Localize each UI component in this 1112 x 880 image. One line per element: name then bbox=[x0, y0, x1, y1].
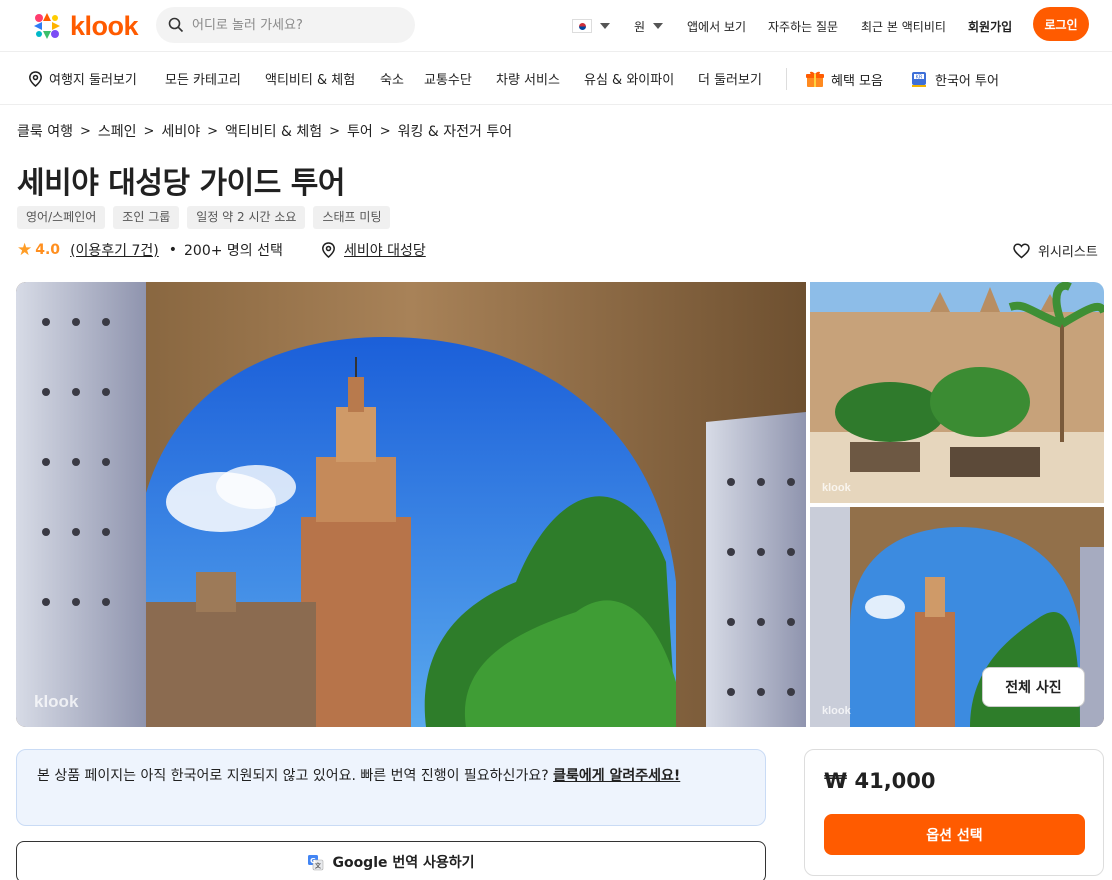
google-translate-label: Google 번역 사용하기 bbox=[332, 855, 475, 871]
reviews-link[interactable]: (이용후기 7건) bbox=[70, 240, 159, 260]
select-option-button[interactable]: 옵션 선택 bbox=[824, 814, 1085, 855]
location-link[interactable]: 세비야 대성당 bbox=[321, 240, 426, 260]
separator-dot: • bbox=[168, 242, 178, 258]
translate-icon: G文 bbox=[308, 854, 324, 870]
star-icon: ★ bbox=[17, 240, 33, 260]
translation-notice: 본 상품 페이지는 아직 한국어로 지원되지 않고 있어요. 빠른 번역 진행이… bbox=[16, 749, 766, 826]
chevron-down-icon bbox=[653, 23, 664, 29]
korean-tour-icon: KR bbox=[912, 72, 926, 87]
logo-text: klook bbox=[70, 10, 139, 41]
search-icon bbox=[168, 17, 184, 33]
price-card: ₩ 41,000 옵션 선택 bbox=[804, 749, 1104, 876]
search-input[interactable] bbox=[192, 17, 392, 33]
nav-divider bbox=[786, 68, 787, 90]
svg-text:KR: KR bbox=[916, 75, 923, 81]
nav-destinations[interactable]: 여행지 둘러보기 bbox=[28, 69, 137, 88]
faq-link[interactable]: 자주하는 질문 bbox=[768, 0, 838, 52]
price-value: ₩ 41,000 bbox=[824, 769, 936, 793]
location-pin-icon bbox=[29, 70, 42, 87]
currency-label: 원 bbox=[634, 19, 646, 34]
tag-meeting: 스태프 미팅 bbox=[313, 206, 391, 229]
watermark-text: klook bbox=[822, 482, 851, 494]
google-translate-button[interactable]: G文 Google 번역 사용하기 bbox=[16, 841, 766, 880]
app-link[interactable]: 앱에서 보기 bbox=[687, 0, 746, 52]
klook-logo[interactable]: klook bbox=[30, 9, 139, 43]
bookings-count: 200+ 명의 선택 bbox=[184, 243, 283, 259]
nav-stay[interactable]: 숙소 bbox=[380, 69, 404, 88]
gift-icon bbox=[806, 71, 824, 87]
signup-link[interactable]: 회원가입 bbox=[968, 0, 1012, 52]
cathedral-square-photo[interactable]: klook bbox=[810, 282, 1104, 503]
chevron-right-icon: > bbox=[143, 123, 155, 139]
main-photo[interactable]: klook bbox=[16, 282, 806, 727]
svg-text:文: 文 bbox=[314, 862, 322, 870]
tag-group: 조인 그룹 bbox=[113, 206, 180, 229]
notice-text: 본 상품 페이지는 아직 한국어로 지원되지 않고 있어요. 빠른 번역 진행이… bbox=[37, 768, 554, 784]
klook-logo-icon bbox=[34, 13, 60, 39]
nav-korean-tours-label: 한국어 투어 bbox=[935, 73, 999, 89]
cathedral-arch-photo bbox=[16, 282, 806, 727]
login-button[interactable]: 로그인 bbox=[1033, 7, 1089, 41]
view-all-photos-button[interactable]: 전체 사진 bbox=[982, 667, 1085, 707]
nav-deals[interactable]: 혜택 모음 bbox=[805, 69, 883, 89]
location-pin-icon bbox=[322, 242, 335, 258]
nav-car-service[interactable]: 차량 서비스 bbox=[496, 69, 560, 88]
watermark-text: klook bbox=[822, 705, 851, 717]
breadcrumb-item[interactable]: 스페인 bbox=[98, 121, 137, 141]
breadcrumb-item[interactable]: 워킹 & 자전거 투어 bbox=[398, 121, 512, 141]
wishlist-button[interactable]: 위시리스트 bbox=[1013, 241, 1098, 260]
search-bar[interactable] bbox=[156, 7, 415, 43]
currency-selector[interactable]: 원 bbox=[634, 0, 664, 52]
chevron-right-icon: > bbox=[207, 123, 218, 139]
rating-value: 4.0 bbox=[35, 242, 61, 258]
chevron-right-icon: > bbox=[79, 123, 91, 139]
heart-icon bbox=[1013, 242, 1030, 258]
cathedral-square-image bbox=[810, 282, 1104, 503]
location-label: 세비야 대성당 bbox=[344, 243, 426, 259]
nav-transport[interactable]: 교통수단 bbox=[424, 69, 472, 88]
breadcrumb-item[interactable]: 액티비티 & 체험 bbox=[225, 121, 322, 141]
tag-language: 영어/스페인어 bbox=[17, 206, 106, 229]
nav-activities[interactable]: 액티비티 & 체험 bbox=[265, 69, 355, 88]
wishlist-label: 위시리스트 bbox=[1038, 245, 1098, 260]
recent-activities-link[interactable]: 최근 본 액티비티 bbox=[861, 0, 946, 52]
breadcrumb-item[interactable]: 클룩 여행 bbox=[17, 121, 73, 141]
language-selector[interactable] bbox=[572, 0, 610, 52]
nav-sim-wifi[interactable]: 유심 & 와이파이 bbox=[584, 69, 674, 88]
nav-all-categories[interactable]: 모든 카테고리 bbox=[165, 69, 241, 88]
top-header: klook 원 앱에서 보기 자주하는 질문 최근 본 액티비티 회원가입 로그… bbox=[0, 0, 1112, 52]
breadcrumb-item[interactable]: 투어 bbox=[347, 121, 373, 141]
product-tags: 영어/스페인어 조인 그룹 일정 약 2 시간 소요 스태프 미팅 bbox=[17, 206, 391, 229]
nav-more[interactable]: 더 둘러보기 bbox=[698, 69, 762, 88]
breadcrumb-item[interactable]: 세비야 bbox=[161, 121, 200, 141]
korea-flag-icon bbox=[572, 19, 592, 33]
chevron-right-icon: > bbox=[329, 123, 340, 139]
breadcrumb: 클룩 여행 > 스페인 > 세비야 > 액티비티 & 체험 > 투어 > 워킹 & 자전거… bbox=[17, 121, 512, 141]
category-nav: 여행지 둘러보기 모든 카테고리 액티비티 & 체험 숙소 교통수단 차량 서비… bbox=[0, 52, 1112, 105]
tag-duration: 일정 약 2 시간 소요 bbox=[187, 206, 306, 229]
watermark-text: klook bbox=[34, 692, 79, 711]
notice-feedback-link[interactable]: 클룩에게 알려주세요! bbox=[553, 768, 680, 784]
nav-deals-label: 혜택 모음 bbox=[831, 73, 883, 89]
rating-row: ★ 4.0 (이용후기 7건) • 200+ 명의 선택 bbox=[17, 240, 283, 260]
nav-korean-tours[interactable]: KR 한국어 투어 bbox=[909, 69, 999, 89]
chevron-right-icon: > bbox=[379, 123, 391, 139]
nav-destinations-label: 여행지 둘러보기 bbox=[49, 73, 137, 88]
chevron-down-icon bbox=[600, 23, 610, 29]
page-title: 세비야 대성당 가이드 투어 bbox=[17, 166, 345, 201]
